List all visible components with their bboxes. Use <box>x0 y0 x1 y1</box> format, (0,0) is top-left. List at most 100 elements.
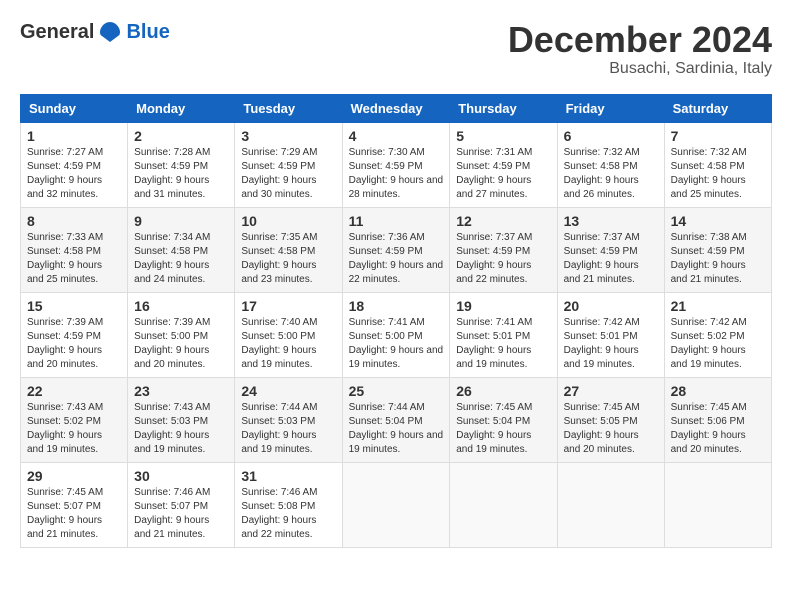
calendar-cell: 17 Sunrise: 7:40 AMSunset: 5:00 PMDayligh… <box>235 292 342 377</box>
calendar-week-row: 29 Sunrise: 7:45 AMSunset: 5:07 PMDayligh… <box>21 462 772 547</box>
day-info: Sunrise: 7:37 AMSunset: 4:59 PMDaylight:… <box>456 231 550 287</box>
day-info: Sunrise: 7:34 AMSunset: 4:58 PMDaylight:… <box>134 231 228 287</box>
calendar-cell: 18Sunrise: 7:41 AMSunset: 5:00 PMDayligh… <box>342 292 450 377</box>
calendar-cell: 22Sunrise: 7:43 AMSunset: 5:02 PMDayligh… <box>21 377 128 462</box>
day-info: Sunrise: 7:44 AMSunset: 5:04 PMDaylight:… <box>349 401 444 457</box>
day-number: 15 <box>27 298 121 314</box>
day-info: Sunrise: 7:27 AMSunset: 4:59 PMDaylight:… <box>27 146 121 202</box>
day-number: 28 <box>671 383 765 399</box>
day-info: Sunrise: 7:35 AMSunset: 4:58 PMDaylight:… <box>241 231 335 287</box>
day-info: Sunrise: 7:30 AMSunset: 4:59 PMDaylight:… <box>349 146 444 202</box>
calendar-cell <box>664 462 771 547</box>
calendar-week-row: 15 Sunrise: 7:39 AMSunset: 4:59 PMDayligh… <box>21 292 772 377</box>
day-number: 14 <box>671 213 765 229</box>
calendar-cell: 30 Sunrise: 7:46 AMSunset: 5:07 PMDayligh… <box>128 462 235 547</box>
calendar-cell: 14 Sunrise: 7:38 AMSunset: 4:59 PMDayligh… <box>664 207 771 292</box>
calendar-cell: 10 Sunrise: 7:35 AMSunset: 4:58 PMDayligh… <box>235 207 342 292</box>
day-number: 20 <box>564 298 658 314</box>
calendar-cell: 31 Sunrise: 7:46 AMSunset: 5:08 PMDayligh… <box>235 462 342 547</box>
day-info: Sunrise: 7:46 AMSunset: 5:08 PMDaylight:… <box>241 486 335 542</box>
day-info: Sunrise: 7:28 AMSunset: 4:59 PMDaylight:… <box>134 146 228 202</box>
day-info: Sunrise: 7:37 AMSunset: 4:59 PMDaylight:… <box>564 231 658 287</box>
calendar-cell: 27 Sunrise: 7:45 AMSunset: 5:05 PMDayligh… <box>557 377 664 462</box>
calendar-cell: 9 Sunrise: 7:34 AMSunset: 4:58 PMDaylight… <box>128 207 235 292</box>
day-info: Sunrise: 7:38 AMSunset: 4:59 PMDaylight:… <box>671 231 765 287</box>
calendar-cell: 19 Sunrise: 7:41 AMSunset: 5:01 PMDayligh… <box>450 292 557 377</box>
day-number: 23 <box>134 383 228 399</box>
day-number: 17 <box>241 298 335 314</box>
day-number: 1 <box>27 128 121 144</box>
day-number: 19 <box>456 298 550 314</box>
calendar-cell: 8Sunrise: 7:33 AMSunset: 4:58 PMDaylight… <box>21 207 128 292</box>
day-number: 30 <box>134 468 228 484</box>
day-number: 24 <box>241 383 335 399</box>
day-info: Sunrise: 7:32 AMSunset: 4:58 PMDaylight:… <box>671 146 765 202</box>
calendar-week-row: 22Sunrise: 7:43 AMSunset: 5:02 PMDayligh… <box>21 377 772 462</box>
day-info: Sunrise: 7:32 AMSunset: 4:58 PMDaylight:… <box>564 146 658 202</box>
day-info: Sunrise: 7:45 AMSunset: 5:07 PMDaylight:… <box>27 486 121 542</box>
day-number: 26 <box>456 383 550 399</box>
day-info: Sunrise: 7:29 AMSunset: 4:59 PMDaylight:… <box>241 146 335 202</box>
calendar-cell: 15 Sunrise: 7:39 AMSunset: 4:59 PMDayligh… <box>21 292 128 377</box>
day-number: 3 <box>241 128 335 144</box>
calendar-cell <box>557 462 664 547</box>
calendar-cell: 5 Sunrise: 7:31 AMSunset: 4:59 PMDaylight… <box>450 122 557 207</box>
day-number: 2 <box>134 128 228 144</box>
day-number: 27 <box>564 383 658 399</box>
title-area: December 2024 Busachi, Sardinia, Italy <box>508 20 772 78</box>
day-number: 7 <box>671 128 765 144</box>
day-info: Sunrise: 7:45 AMSunset: 5:06 PMDaylight:… <box>671 401 765 457</box>
day-number: 11 <box>349 213 444 229</box>
day-info: Sunrise: 7:41 AMSunset: 5:00 PMDaylight:… <box>349 316 444 372</box>
day-info: Sunrise: 7:42 AMSunset: 5:01 PMDaylight:… <box>564 316 658 372</box>
calendar-header-saturday: Saturday <box>664 94 771 122</box>
day-info: Sunrise: 7:36 AMSunset: 4:59 PMDaylight:… <box>349 231 444 287</box>
day-info: Sunrise: 7:44 AMSunset: 5:03 PMDaylight:… <box>241 401 335 457</box>
day-number: 10 <box>241 213 335 229</box>
day-number: 6 <box>564 128 658 144</box>
day-info: Sunrise: 7:46 AMSunset: 5:07 PMDaylight:… <box>134 486 228 542</box>
calendar-week-row: 1 Sunrise: 7:27 AMSunset: 4:59 PMDaylight… <box>21 122 772 207</box>
day-number: 31 <box>241 468 335 484</box>
calendar-header-monday: Monday <box>128 94 235 122</box>
calendar-cell <box>342 462 450 547</box>
logo: General Blue <box>20 20 170 44</box>
calendar-table: SundayMondayTuesdayWednesdayThursdayFrid… <box>20 94 772 548</box>
calendar-cell: 1 Sunrise: 7:27 AMSunset: 4:59 PMDaylight… <box>21 122 128 207</box>
calendar-cell: 4 Sunrise: 7:30 AMSunset: 4:59 PMDaylight… <box>342 122 450 207</box>
calendar-cell: 26Sunrise: 7:45 AMSunset: 5:04 PMDayligh… <box>450 377 557 462</box>
day-number: 29 <box>27 468 121 484</box>
day-number: 9 <box>134 213 228 229</box>
day-info: Sunrise: 7:41 AMSunset: 5:01 PMDaylight:… <box>456 316 550 372</box>
calendar-week-row: 8Sunrise: 7:33 AMSunset: 4:58 PMDaylight… <box>21 207 772 292</box>
logo-icon <box>98 20 122 44</box>
day-info: Sunrise: 7:45 AMSunset: 5:05 PMDaylight:… <box>564 401 658 457</box>
day-number: 13 <box>564 213 658 229</box>
calendar-cell: 3 Sunrise: 7:29 AMSunset: 4:59 PMDaylight… <box>235 122 342 207</box>
calendar-cell: 21 Sunrise: 7:42 AMSunset: 5:02 PMDayligh… <box>664 292 771 377</box>
day-info: Sunrise: 7:40 AMSunset: 5:00 PMDaylight:… <box>241 316 335 372</box>
logo-general-text: General <box>20 21 94 44</box>
calendar-cell: 12 Sunrise: 7:37 AMSunset: 4:59 PMDayligh… <box>450 207 557 292</box>
month-title: December 2024 <box>508 20 772 60</box>
day-info: Sunrise: 7:31 AMSunset: 4:59 PMDaylight:… <box>456 146 550 202</box>
calendar-header-sunday: Sunday <box>21 94 128 122</box>
day-info: Sunrise: 7:42 AMSunset: 5:02 PMDaylight:… <box>671 316 765 372</box>
calendar-cell: 2 Sunrise: 7:28 AMSunset: 4:59 PMDaylight… <box>128 122 235 207</box>
calendar-header-tuesday: Tuesday <box>235 94 342 122</box>
calendar-cell: 23Sunrise: 7:43 AMSunset: 5:03 PMDayligh… <box>128 377 235 462</box>
calendar-header-row: SundayMondayTuesdayWednesdayThursdayFrid… <box>21 94 772 122</box>
day-number: 25 <box>349 383 444 399</box>
calendar-cell: 6 Sunrise: 7:32 AMSunset: 4:58 PMDaylight… <box>557 122 664 207</box>
day-number: 12 <box>456 213 550 229</box>
location-subtitle: Busachi, Sardinia, Italy <box>508 60 772 78</box>
day-number: 21 <box>671 298 765 314</box>
day-number: 4 <box>349 128 444 144</box>
calendar-cell: 20 Sunrise: 7:42 AMSunset: 5:01 PMDayligh… <box>557 292 664 377</box>
logo-blue-text: Blue <box>126 21 169 44</box>
day-number: 8 <box>27 213 121 229</box>
day-info: Sunrise: 7:39 AMSunset: 4:59 PMDaylight:… <box>27 316 121 372</box>
day-number: 22 <box>27 383 121 399</box>
calendar-cell <box>450 462 557 547</box>
day-number: 5 <box>456 128 550 144</box>
